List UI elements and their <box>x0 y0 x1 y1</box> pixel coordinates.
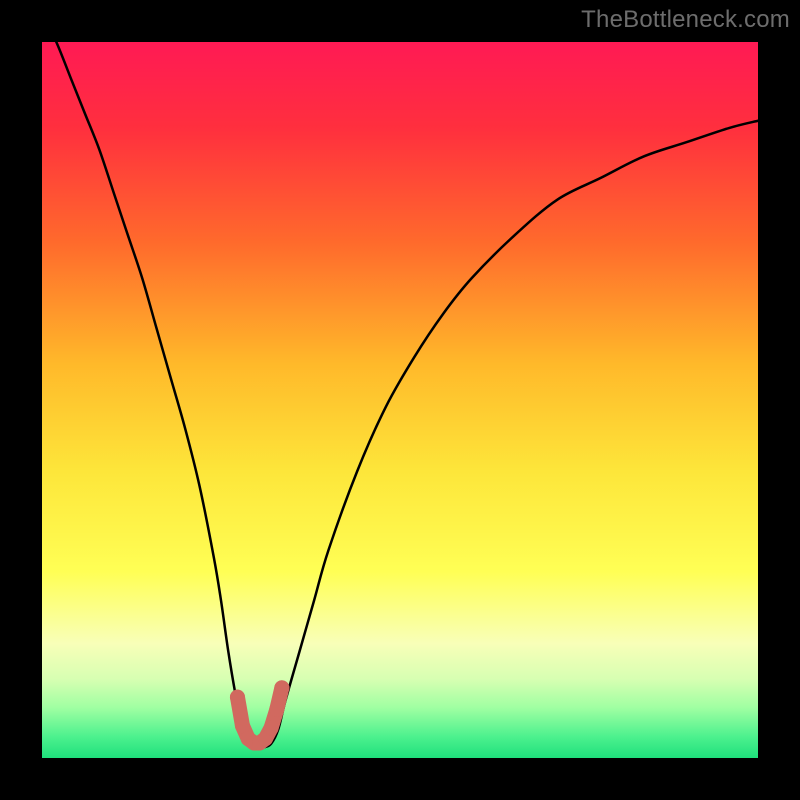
curve-path <box>42 13 758 747</box>
bottleneck-curve <box>42 42 758 758</box>
plot-area <box>42 42 758 758</box>
chart-frame: TheBottleneck.com <box>0 0 800 800</box>
watermark-text: TheBottleneck.com <box>581 6 790 34</box>
optimal-range-marker <box>230 680 289 750</box>
